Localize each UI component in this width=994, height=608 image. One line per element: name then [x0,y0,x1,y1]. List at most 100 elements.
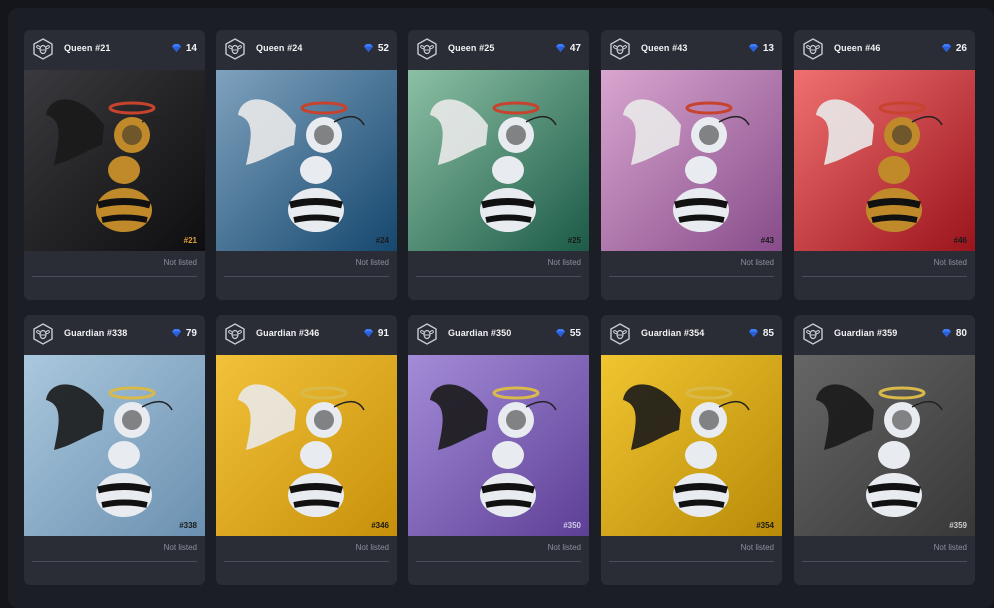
rank-value: 26 [955,42,967,54]
token-number: #338 [179,521,197,530]
card-header: Guardian #346 91 [216,315,397,351]
diamond-icon [171,329,181,337]
token-number: #359 [949,521,967,530]
nft-card[interactable]: Guardian #354 85 #354 Not listed [601,315,782,585]
token-number: #354 [756,521,774,530]
card-header: Queen #24 52 [216,30,397,66]
listing-status: Not listed [740,543,774,552]
card-header: Guardian #359 80 [794,315,975,351]
token-number: #25 [567,236,581,245]
card-divider [224,276,389,277]
nft-artwork[interactable]: #354 [601,355,782,536]
nft-card[interactable]: Queen #25 47 #25 Not listed [408,30,589,300]
rank-badge: 55 [555,327,581,339]
nft-artwork[interactable]: #338 [24,355,205,536]
card-name: Guardian #354 [641,328,705,338]
bee-artwork-image [216,355,397,536]
rank-badge: 52 [363,42,389,54]
nft-artwork[interactable]: #359 [794,355,975,536]
rank-badge: 47 [555,42,581,54]
card-header: Guardian #338 79 [24,315,205,351]
listing-status: Not listed [547,543,581,552]
rank-value: 85 [762,327,774,339]
token-number: #21 [183,236,197,245]
nft-card[interactable]: Queen #46 26 #46 Not listed [794,30,975,300]
token-number: #24 [375,236,389,245]
card-divider [416,561,581,562]
rank-badge: 26 [941,42,967,54]
rank-value: 52 [377,42,389,54]
card-header: Queen #43 13 [601,30,782,66]
card-name: Queen #21 [64,43,111,53]
nft-card[interactable]: Queen #43 13 #43 Not listed [601,30,782,300]
nft-card[interactable]: Guardian #346 91 #346 Not listed [216,315,397,585]
bee-shield-icon [803,323,823,345]
bee-shield-icon [33,38,53,60]
card-header: Queen #21 14 [24,30,205,66]
token-number: #43 [760,236,774,245]
rank-badge: 14 [171,42,197,54]
rank-value: 13 [762,42,774,54]
diamond-icon [941,329,951,337]
nft-card[interactable]: Guardian #350 55 #350 Not listed [408,315,589,585]
diamond-icon [941,44,951,52]
listing-status: Not listed [547,258,581,267]
card-divider [32,561,197,562]
nft-card[interactable]: Guardian #338 79 #338 Not listed [24,315,205,585]
nft-card[interactable]: Guardian #359 80 #359 Not listed [794,315,975,585]
card-divider [32,276,197,277]
listing-status: Not listed [933,258,967,267]
diamond-icon [555,44,565,52]
bee-artwork-image [24,70,205,251]
nft-card[interactable]: Queen #24 52 #24 Not listed [216,30,397,300]
card-divider [802,276,967,277]
bee-shield-icon [417,323,437,345]
bee-artwork-image [24,355,205,536]
diamond-icon [555,329,565,337]
rank-value: 91 [377,327,389,339]
token-number: #46 [953,236,967,245]
nft-artwork[interactable]: #350 [408,355,589,536]
bee-shield-icon [803,38,823,60]
bee-shield-icon [610,323,630,345]
card-name: Guardian #338 [64,328,128,338]
card-divider [609,276,774,277]
rank-badge: 79 [171,327,197,339]
nft-artwork[interactable]: #43 [601,70,782,251]
rank-badge: 85 [748,327,774,339]
card-header: Queen #46 26 [794,30,975,66]
listing-status: Not listed [740,258,774,267]
card-divider [802,561,967,562]
nft-artwork[interactable]: #25 [408,70,589,251]
rank-value: 47 [569,42,581,54]
diamond-icon [748,44,758,52]
card-name: Queen #43 [641,43,688,53]
card-name: Queen #46 [834,43,881,53]
nft-artwork[interactable]: #21 [24,70,205,251]
rank-badge: 13 [748,42,774,54]
listing-status: Not listed [933,543,967,552]
rank-badge: 91 [363,327,389,339]
diamond-icon [748,329,758,337]
card-name: Queen #24 [256,43,303,53]
diamond-icon [363,329,373,337]
nft-artwork[interactable]: #46 [794,70,975,251]
token-number: #346 [371,521,389,530]
nft-card[interactable]: Queen #21 14 #21 Not listed [24,30,205,300]
card-name: Queen #25 [448,43,495,53]
rank-value: 55 [569,327,581,339]
nft-artwork[interactable]: #24 [216,70,397,251]
bee-shield-icon [417,38,437,60]
card-name: Guardian #346 [256,328,320,338]
bee-shield-icon [225,323,245,345]
card-header: Queen #25 47 [408,30,589,66]
card-header: Guardian #354 85 [601,315,782,351]
bee-artwork-image [408,355,589,536]
listing-status: Not listed [355,543,389,552]
listing-status: Not listed [163,543,197,552]
rank-value: 80 [955,327,967,339]
listing-status: Not listed [163,258,197,267]
bee-artwork-image [216,70,397,251]
nft-artwork[interactable]: #346 [216,355,397,536]
diamond-icon [363,44,373,52]
